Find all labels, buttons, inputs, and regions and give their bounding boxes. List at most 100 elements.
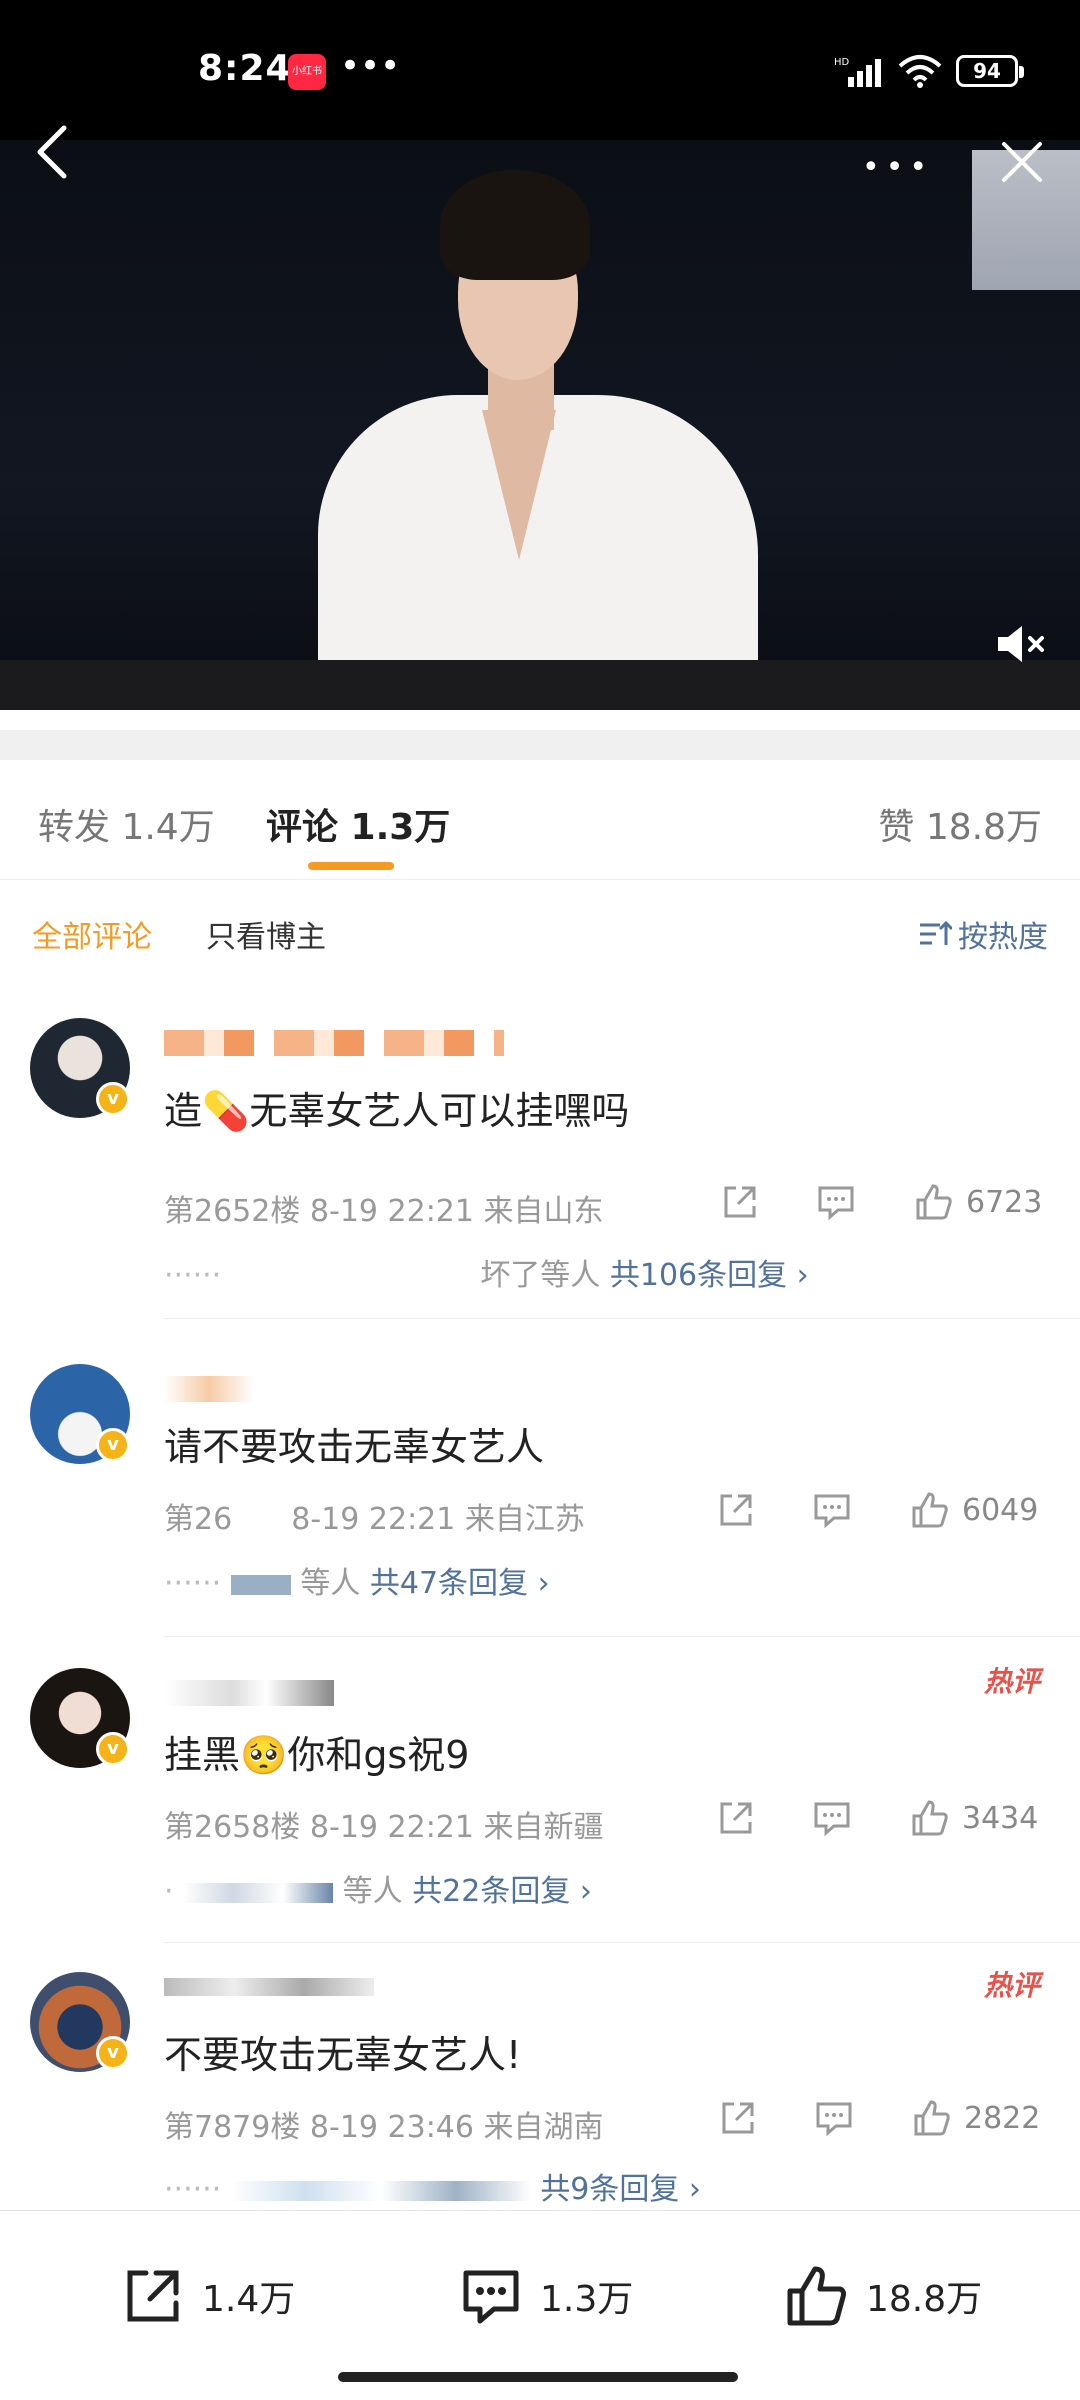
network-label: HD [834, 57, 850, 68]
battery-icon: 94 [956, 55, 1024, 87]
share-icon[interactable] [716, 1490, 756, 1530]
active-tab-indicator [308, 862, 394, 870]
like-count: 2822 [964, 2100, 1041, 2136]
reply-summary[interactable]: ······ 坏了等人 共106条回复 › [164, 1250, 809, 1294]
verified-icon: v [96, 2036, 130, 2070]
video-player[interactable] [0, 140, 1080, 710]
like-button[interactable]: 18.8万 [784, 2263, 982, 2329]
repost-count: 1.4万 [202, 2279, 296, 2320]
app-notification-icon: 小红书 [288, 54, 326, 90]
username-redacted[interactable] [164, 1030, 504, 1056]
comment-separator [164, 1318, 1080, 1319]
comment-meta: 第7879楼 8-19 23:46 来自湖南 [164, 2102, 604, 2146]
sort-button[interactable]: 按热度 [918, 912, 1048, 956]
hot-comment-badge: 热评 [983, 1969, 1040, 2002]
like-icon[interactable] [914, 1182, 954, 1222]
like-count: 6723 [966, 1184, 1043, 1220]
comment-time: 8-19 22:21 [309, 1194, 474, 1229]
comment-icon[interactable] [812, 1798, 852, 1838]
status-right: HD 94 [834, 54, 1024, 88]
comment-count: 1.3万 [540, 2279, 634, 2320]
comment-text: 造💊无辜女艺人可以挂嘿吗 [164, 1089, 630, 1133]
like-count-total: 18.8万 [866, 2279, 983, 2320]
verified-icon: v [96, 1732, 130, 1766]
back-icon[interactable] [30, 124, 74, 180]
comment-location: 来自新疆 [483, 1810, 604, 1845]
reply-summary[interactable]: · 等人 共22条回复 › [164, 1866, 592, 1910]
comment-floor: 第2658楼 [164, 1810, 301, 1845]
close-icon[interactable] [1000, 140, 1044, 184]
more-icon[interactable]: ••• [862, 150, 933, 185]
section-divider [0, 730, 1080, 760]
video-subject-hair [440, 170, 590, 280]
share-icon[interactable] [720, 1182, 760, 1222]
comment-location: 来自湖南 [483, 2110, 604, 2145]
comment-icon[interactable] [812, 1490, 852, 1530]
comment-meta: 第2658楼 8-19 22:21 来自新疆 [164, 1802, 604, 1846]
comment-icon [463, 2270, 519, 2324]
comment-text: 请不要攻击无辜女艺人 [164, 1425, 545, 1469]
sort-icon [920, 920, 952, 945]
username-redacted[interactable] [164, 1978, 374, 1996]
comment-filter-row: 全部评论 只看博主 按热度 [0, 900, 1080, 970]
comment-floor: 第7879楼 [164, 2110, 301, 2145]
comment-location: 来自江苏 [464, 1502, 585, 1537]
status-bar: 8:24 小红书 ••• HD 94 [0, 0, 1080, 140]
wifi-icon [898, 55, 942, 88]
comment-separator [164, 1942, 1080, 1943]
tab-bar: 转发 1.4万 评论 1.3万 赞 18.8万 [0, 760, 1080, 880]
sort-label: 按热度 [958, 920, 1048, 955]
view-replies-link: 共106条回复 › [609, 1258, 809, 1293]
comment-icon[interactable] [816, 1182, 856, 1222]
username-redacted[interactable] [164, 1680, 334, 1706]
signal-icon: HD [834, 57, 881, 87]
comment-separator [164, 1636, 1080, 1637]
comment-floor: 第2652楼 [164, 1194, 301, 1229]
view-replies-link: 共9条回复 › [540, 2172, 701, 2207]
like-icon[interactable] [910, 1798, 950, 1838]
mute-icon[interactable] [996, 622, 1048, 666]
status-time: 8:24 [198, 48, 292, 89]
verified-icon: v [96, 1428, 130, 1462]
comment-meta: 第26 8-19 22:21 来自江苏 [164, 1494, 585, 1538]
comment-location: 来自山东 [483, 1194, 604, 1229]
comment-floor: 第26 [164, 1502, 233, 1537]
share-icon[interactable] [716, 1798, 756, 1838]
username-redacted[interactable] [164, 1376, 254, 1402]
comment-item: v 造💊无辜女艺人可以挂嘿吗 第2652楼 8-19 22:21 来自山东 67… [0, 1010, 1080, 1320]
repost-button[interactable]: 1.4万 [120, 2263, 295, 2329]
comment-item: v 请不要攻击无辜女艺人 第26 8-19 22:21 来自江苏 6049 ··… [0, 1330, 1080, 1637]
comment-meta: 第2652楼 8-19 22:21 来自山东 [164, 1186, 604, 1230]
share-icon [127, 2270, 179, 2322]
comment-actions: 6049 [716, 1490, 1038, 1530]
like-icon[interactable] [910, 1490, 950, 1530]
like-count: 3434 [962, 1800, 1039, 1836]
comment-item: v 热评 不要攻击无辜女艺人! 第7879楼 8-19 23:46 来自湖南 2… [0, 1950, 1080, 2210]
filter-blogger-only[interactable]: 只看博主 [206, 912, 326, 956]
hot-comment-badge: 热评 [983, 1665, 1040, 1698]
tab-reposts[interactable]: 转发 1.4万 [38, 798, 215, 850]
comment-item: v 热评 挂黑🥺你和gs祝9 第2658楼 8-19 22:21 来自新疆 34… [0, 1640, 1080, 1943]
reply-summary[interactable]: ······ 共9条回复 › [164, 2164, 701, 2208]
like-icon [787, 2266, 847, 2326]
video-bottom-strip [0, 660, 1080, 710]
status-more-icon: ••• [340, 46, 401, 86]
share-icon[interactable] [718, 2098, 758, 2138]
reply-summary[interactable]: ······ 等人 共47条回复 › [164, 1558, 550, 1602]
comment-text: 不要攻击无辜女艺人! [164, 2033, 522, 2077]
filter-all-comments[interactable]: 全部评论 [32, 912, 152, 956]
like-count: 6049 [962, 1492, 1039, 1528]
comment-icon[interactable] [814, 2098, 854, 2138]
comment-text: 挂黑🥺你和gs祝9 [164, 1733, 470, 1777]
tab-likes[interactable]: 赞 18.8万 [878, 798, 1042, 850]
tab-comments[interactable]: 评论 1.3万 [266, 798, 450, 850]
comment-actions: 3434 [716, 1798, 1038, 1838]
reply-prefix: 等人 [300, 1566, 361, 1601]
home-indicator[interactable] [338, 2372, 738, 2382]
verified-icon: v [96, 1082, 130, 1116]
comment-time: 8-19 23:46 [309, 2110, 474, 2145]
comment-button[interactable]: 1.3万 [458, 2263, 633, 2329]
comment-actions: 6723 [720, 1182, 1042, 1222]
like-icon[interactable] [912, 2098, 952, 2138]
comment-actions: 2822 [718, 2098, 1040, 2138]
